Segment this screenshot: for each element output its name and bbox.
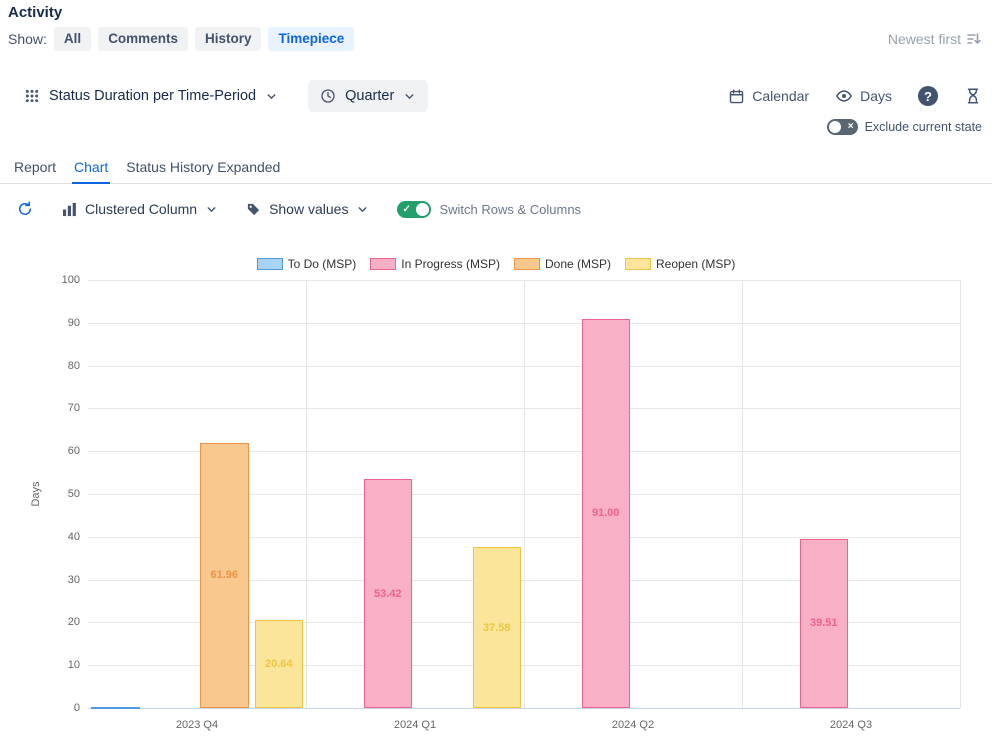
bar-value-label: 91.00 xyxy=(592,507,620,519)
gridline xyxy=(306,280,307,708)
x-axis-label: 2024 Q2 xyxy=(524,719,742,731)
chart-plot-area: Days 01020304050607080901002023 Q42024 Q… xyxy=(0,0,992,745)
y-axis-label: 10 xyxy=(38,659,80,671)
x-axis-label: 2023 Q4 xyxy=(88,719,306,731)
y-axis-label: 50 xyxy=(38,488,80,500)
bar-value-label: 20.64 xyxy=(265,658,293,670)
gridline xyxy=(524,280,525,708)
y-axis-label: 100 xyxy=(38,274,80,286)
y-axis-label: 80 xyxy=(38,360,80,372)
x-axis-label: 2024 Q1 xyxy=(306,719,524,731)
y-axis-label: 90 xyxy=(38,317,80,329)
x-axis-line xyxy=(88,708,960,709)
bar-value-label: 61.96 xyxy=(210,569,238,581)
x-axis-label: 2024 Q3 xyxy=(742,719,960,731)
bar-value-label: 37.58 xyxy=(483,622,511,634)
y-axis-label: 20 xyxy=(38,616,80,628)
y-axis-label: 0 xyxy=(38,702,80,714)
y-axis-label: 30 xyxy=(38,574,80,586)
bar-value-label: 53.42 xyxy=(374,588,402,600)
bar-value-label: 39.51 xyxy=(810,617,838,629)
y-axis-label: 60 xyxy=(38,445,80,457)
y-axis-label: 40 xyxy=(38,531,80,543)
gridline xyxy=(960,280,961,708)
gridline xyxy=(742,280,743,708)
chart-bar[interactable] xyxy=(91,707,140,709)
y-axis-label: 70 xyxy=(38,402,80,414)
